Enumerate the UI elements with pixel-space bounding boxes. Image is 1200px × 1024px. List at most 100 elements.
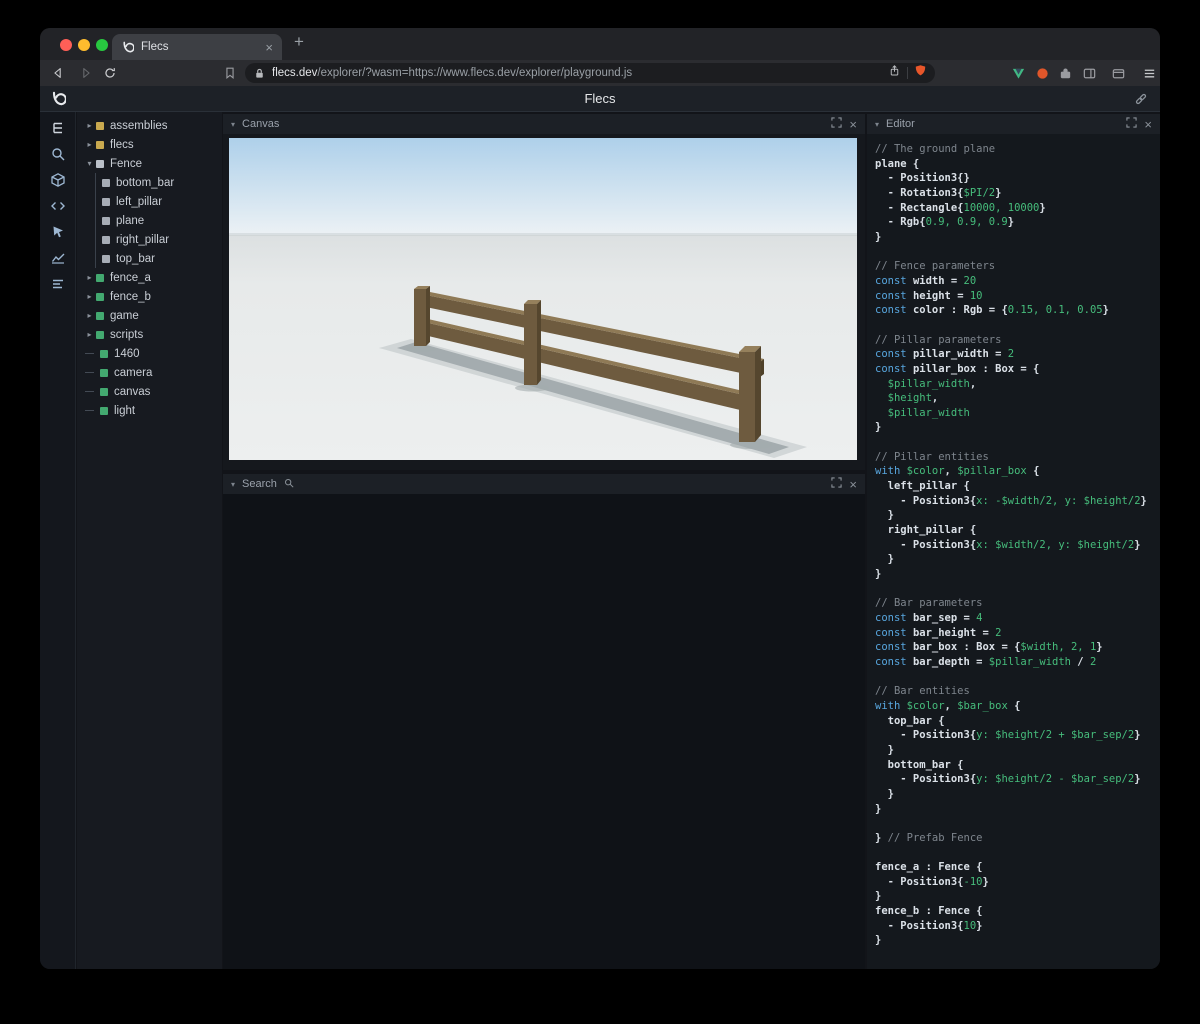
expand-arrow-icon[interactable]: ▸ <box>83 140 96 149</box>
chart-icon[interactable] <box>50 250 66 266</box>
tree-item-fence_b[interactable]: ▸ fence_b <box>77 287 222 306</box>
entity-kind-dot <box>100 349 108 358</box>
expand-arrow-icon[interactable]: ▸ <box>83 330 96 339</box>
close-panel-icon[interactable]: × <box>849 478 857 491</box>
editor-panel-header[interactable]: ▾ Editor × <box>867 114 1160 134</box>
search-icon[interactable] <box>50 146 66 162</box>
tree-item-game[interactable]: ▸ game <box>77 306 222 325</box>
expand-panel-icon[interactable] <box>831 477 843 491</box>
reload-button[interactable] <box>102 65 118 81</box>
entities-cube-icon[interactable] <box>50 172 66 188</box>
tree-item-plane[interactable]: plane <box>77 211 222 230</box>
expand-arrow-icon[interactable]: ▸ <box>83 292 96 301</box>
code-line: left_pillar { <box>875 480 970 493</box>
tree-item-camera[interactable]: camera <box>77 363 222 382</box>
tree-item-label: game <box>110 309 139 322</box>
code-line: } <box>875 509 894 522</box>
tree-item-fence_a[interactable]: ▸ fence_a <box>77 268 222 287</box>
code-line: const pillar_box : Box = { <box>875 362 1040 375</box>
browser-tab[interactable]: Flecs × <box>112 34 282 60</box>
tree-item-Fence[interactable]: ▾ Fence <box>77 154 222 173</box>
code-line: with $color, $bar_box { <box>875 699 1021 712</box>
tree-item-assemblies[interactable]: ▸ assemblies <box>77 116 222 135</box>
brave-shield-icon[interactable] <box>914 64 927 82</box>
tree-item-right_pillar[interactable]: right_pillar <box>77 230 222 249</box>
code-line: const bar_box : Box = {$width, 2, 1} <box>875 641 1103 654</box>
new-tab-button[interactable]: + <box>294 32 304 52</box>
code-icon[interactable] <box>50 198 66 214</box>
collapse-chevron-icon[interactable]: ▾ <box>875 120 879 129</box>
collapse-chevron-icon[interactable]: ▾ <box>231 480 235 489</box>
tree-item-1460[interactable]: 1460 <box>77 344 222 363</box>
close-panel-icon[interactable]: × <box>1144 118 1152 131</box>
code-editor[interactable]: // The ground plane plane { - Position3{}… <box>867 134 1160 969</box>
canvas-panel-title: Canvas <box>242 118 280 130</box>
window-minimize-button[interactable] <box>78 39 90 51</box>
tree-item-top_bar[interactable]: top_bar <box>77 249 222 268</box>
expand-panel-icon[interactable] <box>1126 117 1138 131</box>
tree-item-canvas[interactable]: canvas <box>77 382 222 401</box>
tree-item-light[interactable]: light <box>77 401 222 420</box>
canvas-panel-header[interactable]: ▾ Canvas × <box>223 114 865 134</box>
code-line: fence_b : Fence { <box>875 905 983 918</box>
stats-icon[interactable] <box>50 276 66 292</box>
leaf-connector <box>85 353 94 354</box>
wallet-icon[interactable] <box>1110 65 1126 81</box>
code-line: - Position3{x: -$width/2, y: $height/2} <box>875 494 1147 507</box>
code-line: $height, <box>887 392 939 405</box>
entity-tree-icon[interactable] <box>50 120 66 136</box>
sidebar-toggle-icon[interactable] <box>1081 65 1097 81</box>
forward-button[interactable] <box>78 65 94 81</box>
expand-arrow-icon[interactable]: ▸ <box>83 311 96 320</box>
window-close-button[interactable] <box>60 39 72 51</box>
tree-item-flecs[interactable]: ▸ flecs <box>77 135 222 154</box>
expand-panel-icon[interactable] <box>831 117 843 131</box>
tree-item-bottom_bar[interactable]: bottom_bar <box>77 173 222 192</box>
bookmark-sidebar-icon[interactable] <box>222 65 238 81</box>
code-line: - Position3{x: $width/2, y: $height/2} <box>875 538 1141 551</box>
search-panel-header[interactable]: ▾ Search × <box>223 474 865 494</box>
entity-kind-dot <box>96 311 104 320</box>
tree-item-label: right_pillar <box>116 233 170 246</box>
back-button[interactable] <box>50 65 66 81</box>
close-panel-icon[interactable]: × <box>849 118 857 131</box>
code-line: } <box>875 568 882 581</box>
code-line: top_bar { <box>875 714 945 727</box>
fence-center-pillar <box>524 300 541 385</box>
expand-arrow-icon[interactable]: ▸ <box>83 121 96 130</box>
expand-arrow-icon[interactable]: ▸ <box>83 273 96 282</box>
code-line: const pillar_width = 2 <box>875 348 1015 361</box>
flecs-explorer-app: ▸ assemblies ▸ flecs ▾ Fence bottom_bar left_pi… <box>40 112 1160 969</box>
extension-dot-icon[interactable] <box>1034 65 1050 81</box>
tab-bar: Flecs × + <box>40 28 1160 60</box>
collapse-chevron-icon[interactable]: ▾ <box>231 120 235 129</box>
expand-arrow-icon[interactable]: ▾ <box>83 159 96 168</box>
code-line: } <box>875 553 894 566</box>
browser-menu-icon[interactable] <box>1141 65 1157 81</box>
entity-kind-dot <box>102 216 110 225</box>
tree-item-label: scripts <box>110 328 144 341</box>
url-path: /explorer/?wasm=https://www.flecs.dev/ex… <box>317 67 633 79</box>
entity-kind-dot <box>102 178 110 187</box>
entity-kind-dot <box>102 235 110 244</box>
share-button[interactable] <box>888 64 901 82</box>
code-line: const width = 20 <box>875 274 977 287</box>
tab-close-icon[interactable]: × <box>265 41 273 54</box>
inspect-cursor-icon[interactable] <box>50 224 66 240</box>
code-line: } // Prefab Fence <box>875 831 983 844</box>
search-panel-body[interactable] <box>223 494 865 969</box>
extensions-puzzle-icon[interactable] <box>1057 65 1073 81</box>
share-link-icon[interactable] <box>1134 92 1148 111</box>
page-title: Flecs <box>584 91 616 106</box>
extension-vue-icon[interactable] <box>1010 65 1026 81</box>
tree-item-scripts[interactable]: ▸ scripts <box>77 325 222 344</box>
window-zoom-button[interactable] <box>96 39 108 51</box>
3d-viewport[interactable] <box>229 138 857 460</box>
tree-item-left_pillar[interactable]: left_pillar <box>77 192 222 211</box>
address-bar[interactable]: flecs.dev/explorer/?wasm=https://www.fle… <box>245 63 935 83</box>
